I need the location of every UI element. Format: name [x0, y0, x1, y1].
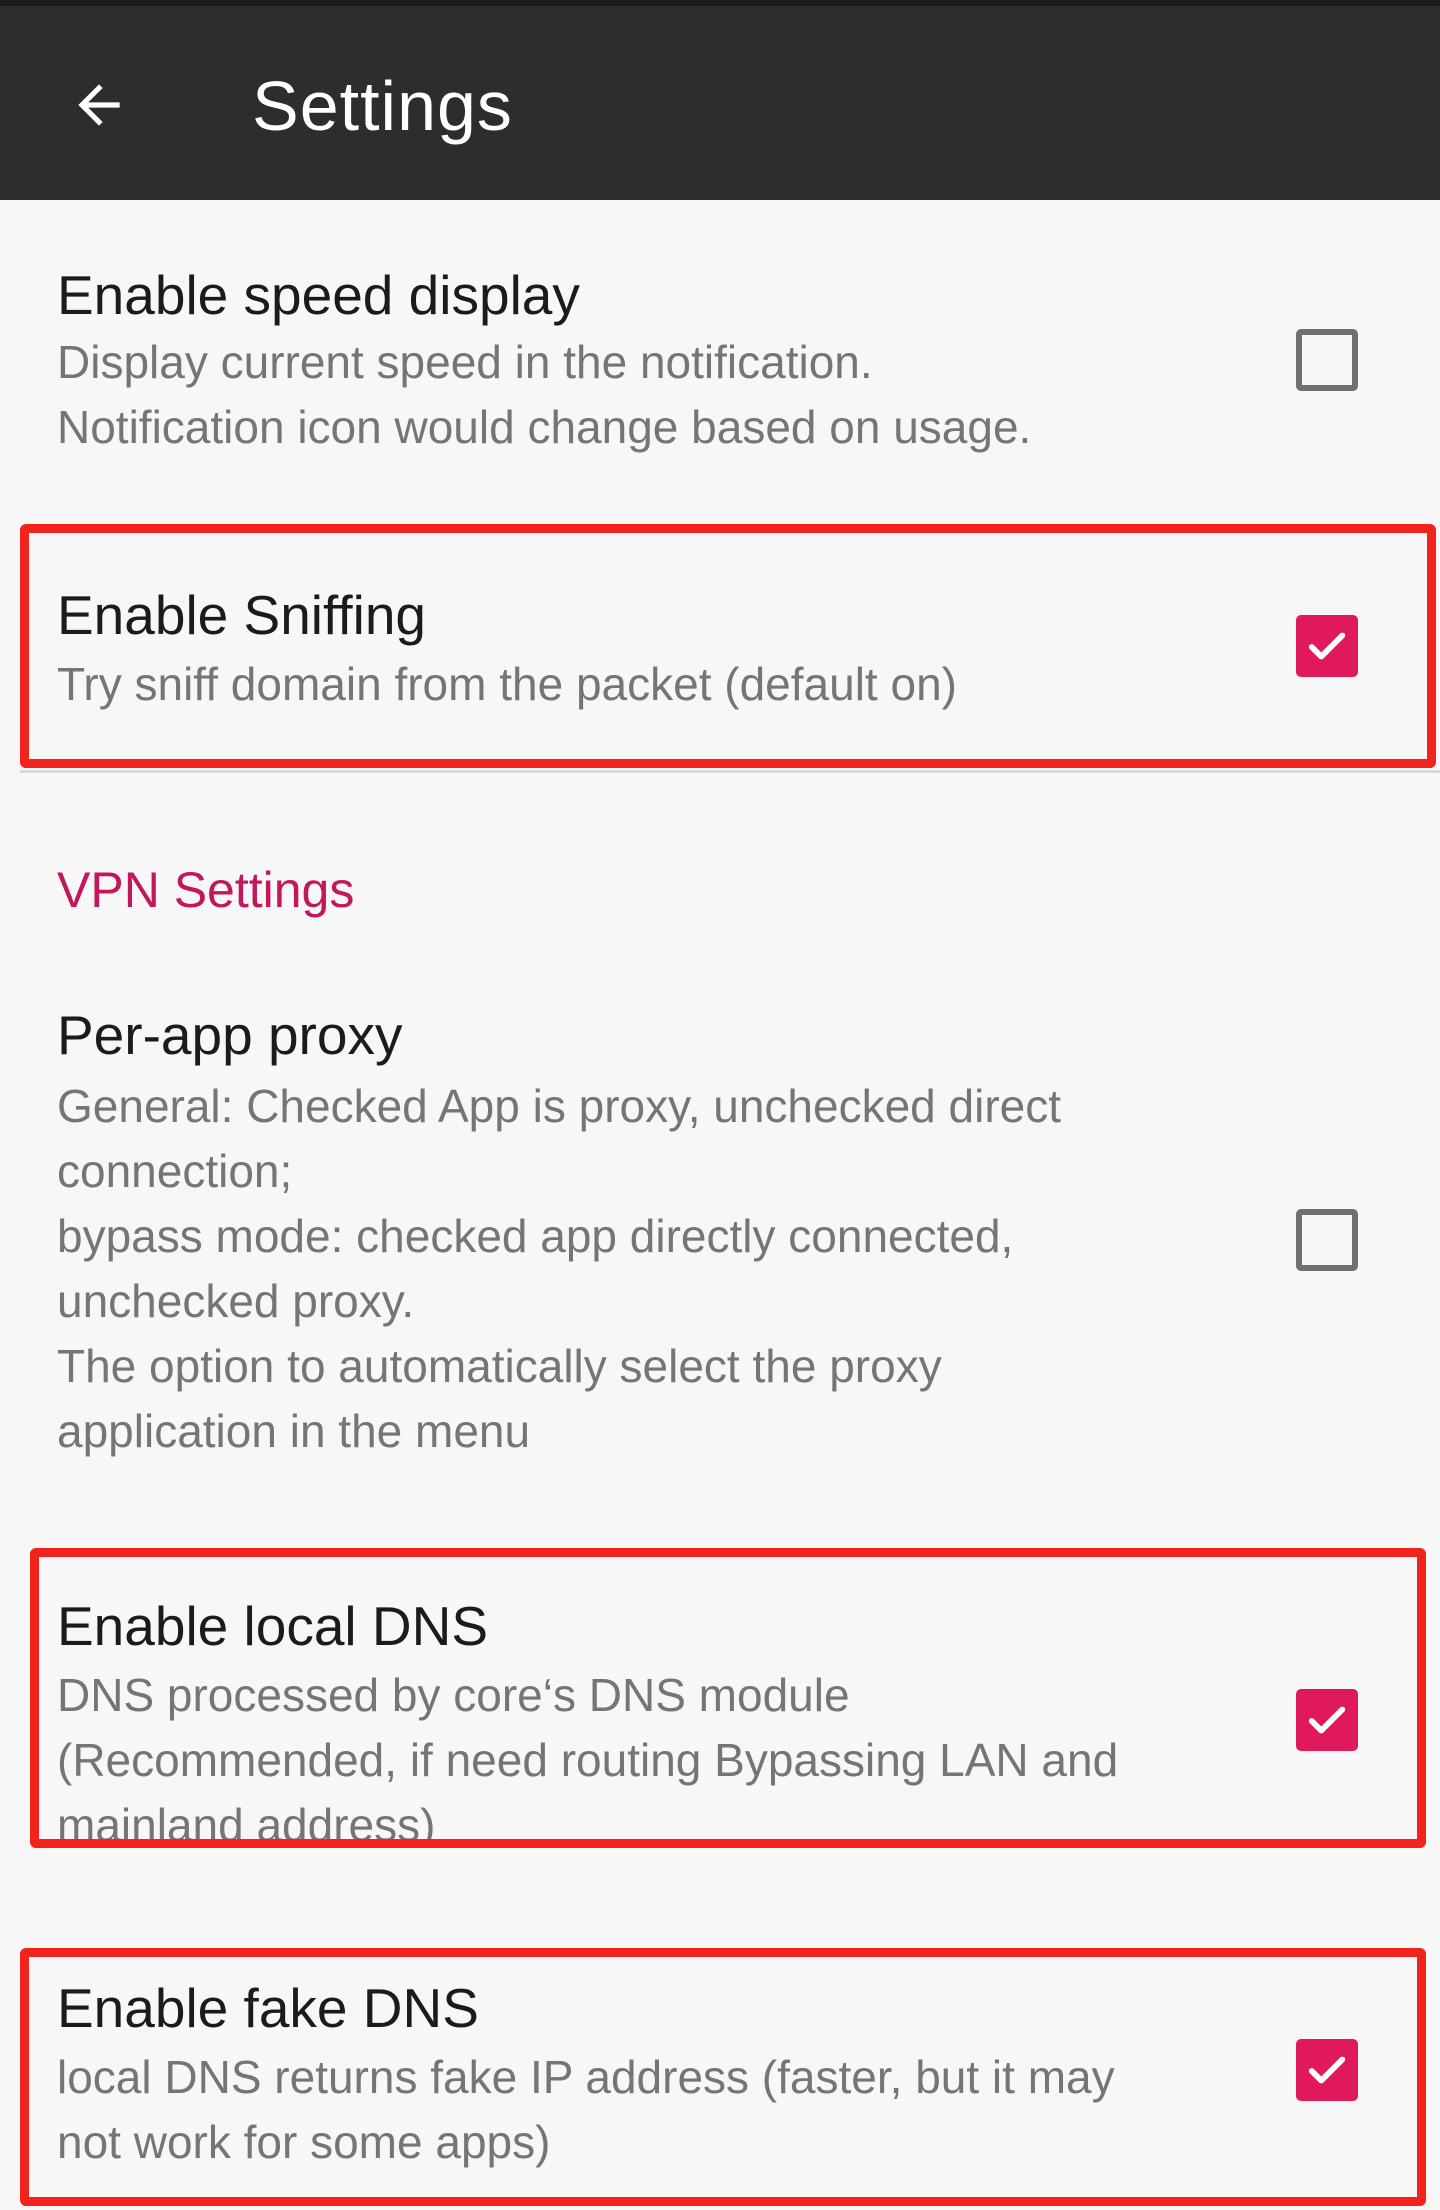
pref-title: Enable Sniffing — [57, 584, 426, 646]
fake-dns-checkbox[interactable] — [1296, 2039, 1358, 2101]
page-title: Settings — [252, 67, 513, 145]
pref-summary: Try sniff domain from the packet (defaul… — [57, 658, 957, 710]
pref-summary: local DNS returns fake IP address (faste… — [57, 2051, 1115, 2168]
pref-summary: DNS processed by core‘s DNS module (Reco… — [57, 1669, 1119, 1844]
per-app-proxy-checkbox[interactable] — [1296, 1209, 1358, 1271]
pref-title: Per-app proxy — [57, 1004, 403, 1066]
pref-title: Enable speed display — [57, 264, 580, 326]
section-header-vpn: VPN Settings — [57, 862, 355, 918]
pref-summary: Display current speed in the notificatio… — [57, 336, 1032, 453]
arrow-back-icon — [78, 84, 120, 126]
check-icon — [1308, 1706, 1346, 1734]
pref-sniffing[interactable]: Enable Sniffing Try sniff domain from th… — [0, 520, 1440, 760]
check-icon — [1308, 632, 1346, 660]
pref-title: Enable fake DNS — [57, 1977, 479, 2039]
pref-local-dns[interactable]: Enable local DNS DNS processed by core‘s… — [0, 1548, 1440, 1844]
pref-speed-display[interactable]: Enable speed display Display current spe… — [0, 200, 1440, 500]
pref-fake-dns[interactable]: Enable fake DNS local DNS returns fake I… — [0, 1950, 1440, 2210]
pref-per-app-proxy[interactable]: Per-app proxy General: Checked App is pr… — [0, 990, 1440, 1490]
app-bar: Settings — [0, 0, 1440, 200]
pref-summary: General: Checked App is proxy, unchecked… — [57, 1080, 1062, 1457]
check-icon — [1308, 2056, 1346, 2084]
divider — [20, 770, 1440, 773]
local-dns-checkbox[interactable] — [1296, 1689, 1358, 1751]
back-button[interactable] — [62, 68, 136, 142]
pref-title: Enable local DNS — [57, 1595, 489, 1657]
sniffing-checkbox[interactable] — [1296, 615, 1358, 677]
speed-display-checkbox[interactable] — [1296, 329, 1358, 391]
